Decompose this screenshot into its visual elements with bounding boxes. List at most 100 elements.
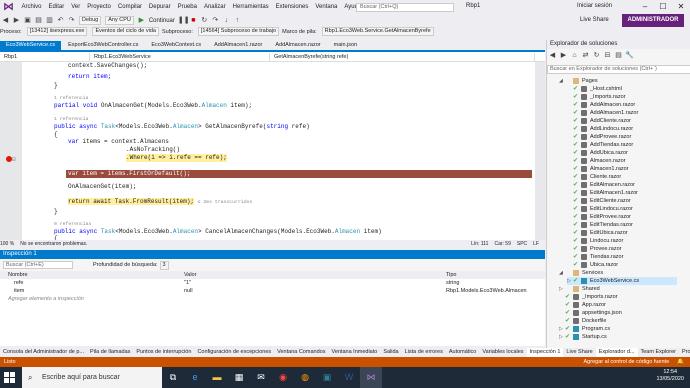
tree-item[interactable]: ✔ EditProvee.razor [567, 213, 631, 221]
tree-item[interactable]: ▷ Shared [559, 285, 600, 293]
tree-expander-icon[interactable]: ◢ [559, 269, 565, 277]
word-icon[interactable]: W [338, 367, 360, 388]
menu-extensiones[interactable]: Extensiones [272, 4, 312, 10]
play-icon[interactable]: ▶ [137, 16, 146, 25]
tree-item[interactable]: ▷ ✔ Program.cs [559, 325, 610, 333]
tab-addalmacen1[interactable]: AddAlmacen1.razor [208, 41, 269, 50]
back-icon[interactable]: ◀ [548, 51, 557, 60]
tree-item[interactable]: ✔ Tiendas.razor [567, 253, 623, 261]
watch-value[interactable]: null [184, 287, 193, 295]
show-all-files-icon[interactable]: ▤ [614, 51, 623, 60]
tab-command-window[interactable]: Ventana Comandos [274, 348, 328, 357]
lifecycle-events-select[interactable]: Eventos del ciclo de vida [92, 27, 159, 36]
sync-icon[interactable]: ⇄ [581, 51, 590, 60]
properties-icon[interactable]: 🔧 [625, 51, 634, 60]
step-into-icon[interactable]: ↓ [222, 16, 231, 25]
signin-link[interactable]: Iniciar sesión [577, 3, 612, 9]
tab-watch-1[interactable]: Inspección 1 [526, 348, 564, 357]
tree-item[interactable]: ▷ ✔ Eco3WebService.cs [567, 277, 677, 285]
column-type[interactable]: Tipo [446, 271, 457, 279]
forward-icon[interactable]: ▶ [559, 51, 568, 60]
live-share-button[interactable]: Live Share [580, 17, 609, 23]
tree-item[interactable]: ✔ _Imports.razor [567, 93, 625, 101]
restart-icon[interactable]: ↻ [200, 16, 209, 25]
issues-status[interactable]: No se encontraron problemas. [20, 241, 87, 247]
notifications-icon[interactable]: 🔔 [677, 359, 684, 365]
tab-autos[interactable]: Automático [446, 348, 480, 357]
collapse-icon[interactable]: ⊟ [12, 156, 16, 163]
home-icon[interactable]: ⌂ [570, 51, 579, 60]
tree-item[interactable]: ✔ AddLindocu.razor [567, 125, 633, 133]
pause-icon[interactable]: ❚❚ [178, 16, 190, 25]
editor-scrollbar[interactable] [535, 62, 545, 240]
taskbar-search-input[interactable]: ⌕ Escribe aquí para buscar [22, 367, 162, 388]
thread-select[interactable]: [14564] Subproceso de trabajo [197, 27, 280, 36]
editor-gutter[interactable] [0, 62, 22, 240]
menu-depurar[interactable]: Depurar [145, 4, 174, 10]
member-nav-select[interactable]: GetAlmacenByrefe(string refe) [270, 52, 535, 61]
step-over-icon[interactable]: ↷ [211, 16, 220, 25]
minimize-icon[interactable]: – [636, 0, 654, 14]
tab-properties[interactable]: Propiedades [679, 348, 690, 357]
edge-icon[interactable]: e [184, 367, 206, 388]
type-nav-select[interactable]: Rbp1.Eco3WebService [90, 52, 270, 61]
tab-error-list[interactable]: Lista de errores [402, 348, 446, 357]
tree-item[interactable]: ✔ Dockerfile [559, 317, 606, 325]
tree-item[interactable]: ✔ AddTiendas.razor [567, 141, 633, 149]
tab-call-stack[interactable]: Pila de llamadas [87, 348, 133, 357]
step-out-icon[interactable]: ↑ [233, 16, 242, 25]
stop-icon[interactable]: ■ [189, 16, 198, 25]
menu-archivo[interactable]: Archivo [18, 4, 45, 10]
tree-item[interactable]: ✔ Almacen1.razor [567, 165, 629, 173]
platform-select[interactable]: Any CPU [105, 16, 134, 25]
store-icon[interactable]: ▦ [228, 367, 250, 388]
column-value[interactable]: Valor [184, 271, 196, 279]
tree-item[interactable]: ✔ EditCliente.razor [567, 197, 631, 205]
forward-icon[interactable]: ▶ [12, 16, 21, 25]
menu-ventana[interactable]: Ventana [312, 4, 341, 10]
search-depth-select[interactable]: 3 [159, 260, 169, 270]
zoom-level[interactable]: 100 % [0, 241, 14, 247]
tree-item[interactable]: ✔ Cliente.razor [567, 173, 621, 181]
tree-item[interactable]: ✔ AddAlmacen1.razor [567, 109, 638, 117]
tree-item[interactable]: ✔ EditUbica.razor [567, 229, 628, 237]
line-ending[interactable]: LF [533, 241, 539, 247]
tree-item[interactable]: ✔ AddProvee.razor [567, 133, 631, 141]
tab-exporteco3webcontroller[interactable]: ExportEco3WebController.cs [62, 41, 145, 50]
close-icon[interactable]: ✕ [672, 0, 690, 14]
taskbar-clock[interactable]: 12:54 13/05/2020 [656, 369, 684, 383]
tab-live-share[interactable]: Live Share [563, 348, 595, 357]
watch-search-input[interactable]: Buscar (Ctrl+E) [3, 261, 73, 269]
continue-button[interactable]: Continuar [149, 18, 175, 24]
tab-addalmacen[interactable]: AddAlmacen.razor [269, 41, 327, 50]
open-icon[interactable]: ▤ [34, 16, 43, 25]
tab-eco3webservice[interactable]: Eco3WebService.cs [0, 41, 62, 50]
tree-item[interactable]: ✔ _Imports.razor [559, 293, 617, 301]
tree-expander-icon[interactable]: ▷ [559, 285, 565, 293]
project-nav-select[interactable]: Rbp1 [0, 52, 90, 61]
chrome-icon[interactable]: ◉ [272, 367, 294, 388]
menu-herramientas[interactable]: Herramientas [229, 4, 272, 10]
tab-locals[interactable]: Variables locales [479, 348, 526, 357]
solution-search-input[interactable]: Buscar en Explorador de soluciones (Ctrl… [547, 65, 690, 74]
tree-item[interactable]: ◢ Pages [559, 77, 598, 85]
tab-eco3webcontext[interactable]: Eco3WebContext.cs [145, 41, 208, 50]
tree-item[interactable]: ✔ AddCliente.razor [567, 117, 631, 125]
mail-icon[interactable]: ✉ [250, 367, 272, 388]
tree-item[interactable]: ✔ Lindocu.razor [567, 237, 623, 245]
refresh-icon[interactable]: ↻ [592, 51, 601, 60]
menu-ver[interactable]: Ver [68, 4, 84, 10]
source-control-button[interactable]: Agregar al control de código fuente [584, 359, 670, 365]
watch-value[interactable]: "1" [184, 279, 191, 287]
tab-exception-settings[interactable]: Configuración de excepciones [194, 348, 274, 357]
windows-start-icon[interactable] [4, 372, 15, 383]
redo-icon[interactable]: ↷ [67, 16, 76, 25]
tree-item[interactable]: ✔ EditAlmacen1.razor [567, 189, 638, 197]
tree-item[interactable]: ✔ EditAlmacen.razor [567, 181, 635, 189]
add-watch-row[interactable]: Agregar elemento a inspección [0, 295, 545, 303]
app-icon[interactable]: ▣ [316, 367, 338, 388]
firefox-icon[interactable]: ◍ [294, 367, 316, 388]
tab-output[interactable]: Salida [380, 348, 401, 357]
visual-studio-taskbar-icon[interactable]: ⋈ [360, 367, 382, 388]
tab-team-explorer[interactable]: Team Explorer [638, 348, 679, 357]
